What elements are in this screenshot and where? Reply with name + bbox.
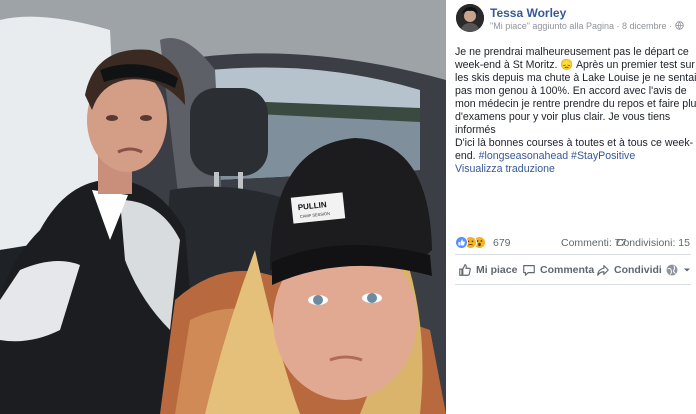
speech-bubble-icon bbox=[523, 265, 535, 276]
post-actions: Mi piace Commenta Condividi bbox=[455, 262, 691, 278]
divider bbox=[455, 254, 691, 255]
globe-icon bbox=[666, 264, 678, 276]
post-text-line: mon médecin je rentre prendre du repos e… bbox=[455, 98, 696, 110]
like-reaction-icon bbox=[455, 236, 468, 249]
post-text-line: Je ne prendrai malheureusement pas le dé… bbox=[455, 46, 689, 58]
share-button[interactable]: Condividi bbox=[596, 262, 662, 278]
post-body: Je ne prendrai malheureusement pas le dé… bbox=[455, 46, 696, 176]
globe-icon bbox=[674, 21, 684, 30]
post-text-line-last: end. #longseasonahead #StayPositive bbox=[455, 150, 691, 163]
divider bbox=[455, 284, 691, 285]
like-button[interactable]: Mi piace bbox=[458, 262, 517, 278]
caret-down-icon bbox=[684, 268, 690, 272]
author-name[interactable]: Tessa Worley bbox=[490, 6, 566, 20]
avatar[interactable] bbox=[456, 4, 484, 32]
post-text-line: les skis depuis ma chute à Lake Louise j… bbox=[455, 72, 696, 84]
shares-count[interactable]: Condivisioni: 15 bbox=[616, 237, 690, 249]
audience-selector[interactable] bbox=[665, 262, 691, 278]
comment-label: Commenta bbox=[540, 264, 595, 276]
post-text-line: d'examens pour y voir plus clair. Je vou… bbox=[455, 111, 671, 123]
post-text-line: week-end à St Moritz. 😞 Après un premier… bbox=[455, 59, 695, 71]
post-meta-text: "Mi piace" aggiunto alla Pagina · 8 dice… bbox=[490, 21, 672, 31]
post-text-line: pas mon genou à 100%. En accord avec l'a… bbox=[455, 85, 687, 97]
reactions-bar: 679 Commenti: 77 Condivisioni: 15 bbox=[455, 236, 691, 250]
post-sidebar: Tessa Worley "Mi piace" aggiunto alla Pa… bbox=[446, 0, 696, 414]
like-label: Mi piace bbox=[476, 264, 518, 276]
reaction-count[interactable]: 679 bbox=[493, 237, 511, 249]
hashtags-link[interactable]: #longseasonahead #StayPositive bbox=[479, 150, 636, 162]
thumbs-up-icon bbox=[459, 264, 471, 276]
translate-link[interactable]: Visualizza traduzione bbox=[455, 163, 691, 176]
reaction-icons[interactable] bbox=[455, 236, 495, 250]
post-text-end: end. bbox=[455, 150, 476, 162]
post-header: Tessa Worley "Mi piace" aggiunto alla Pa… bbox=[456, 4, 692, 34]
post-text-line: D'ici là bonnes courses à toutes et à to… bbox=[455, 137, 694, 149]
post-photo[interactable]: PULLIN CAMP SESSION bbox=[0, 0, 446, 414]
share-label: Condividi bbox=[614, 264, 662, 276]
post-text-line: informés bbox=[455, 124, 496, 136]
post-meta: "Mi piace" aggiunto alla Pagina · 8 dice… bbox=[490, 21, 684, 31]
share-arrow-icon bbox=[597, 265, 609, 276]
comment-button[interactable]: Commenta bbox=[522, 262, 594, 278]
